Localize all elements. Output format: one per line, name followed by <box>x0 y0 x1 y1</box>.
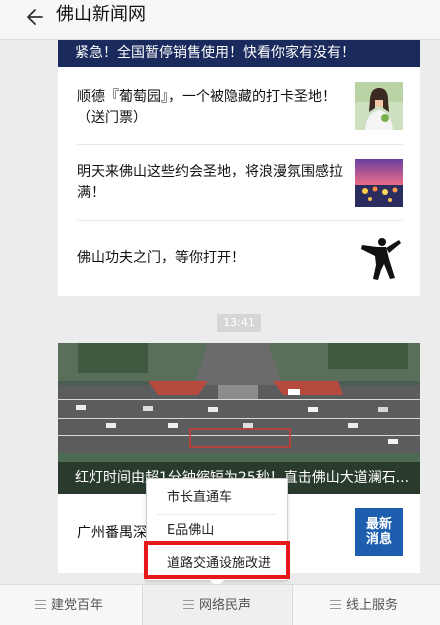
woman-photo-thumbnail <box>355 82 403 130</box>
news-item[interactable]: 明天来佛山这些约会圣地，将浪漫氛围感拉满！ <box>58 145 420 221</box>
news-item-title: 顺德『葡萄园』，一个被隐藏的打卡圣地！（送门票） <box>77 89 336 126</box>
back-arrow-icon[interactable] <box>24 5 48 29</box>
kungfu-silhouette-thumbnail <box>355 234 403 282</box>
menu-item-mayor-hotline[interactable]: 市长直通车 <box>147 481 287 515</box>
bottom-tab-bar: 建党百年 网络民声 线上服务 <box>0 584 440 625</box>
news-item[interactable]: 顺德『葡萄园』，一个被隐藏的打卡圣地！（送门票） <box>58 67 420 144</box>
tab-network-voice[interactable]: 网络民声 <box>143 585 292 625</box>
menu-icon <box>330 600 341 609</box>
tab-party-centennial[interactable]: 建党百年 <box>35 585 103 625</box>
news-card: 紧急！全国暂停销售使用！快看你家有没有！ 顺德『葡萄园』，一个被隐藏的打卡圣地！… <box>58 40 420 296</box>
menu-icon <box>183 600 194 609</box>
highlight-box <box>144 541 290 579</box>
news-banner[interactable]: 紧急！全国暂停销售使用！快看你家有没有！ <box>58 40 420 67</box>
news-item[interactable]: 佛山功夫之门，等你打开！ <box>58 221 420 296</box>
news-item-title: 佛山功夫之门，等你打开！ <box>77 250 245 266</box>
hero-image[interactable]: 红灯时间由超1分钟缩短为25秒！直击佛山大道澜石... <box>58 343 420 494</box>
tab-online-services[interactable]: 线上服务 <box>330 585 398 625</box>
timestamp: 13:41 <box>217 314 261 332</box>
news-item-title: 明天来佛山这些约会圣地，将浪漫氛围感拉满！ <box>77 164 343 201</box>
page-title: 佛山新闻网 <box>56 4 146 25</box>
menu-icon <box>35 600 46 609</box>
tab-divider <box>292 585 293 625</box>
latest-news-thumbnail: 最新 消息 <box>355 508 403 556</box>
header-bar: 佛山新闻网 <box>0 0 440 40</box>
festival-night-photo-thumbnail <box>355 159 403 207</box>
